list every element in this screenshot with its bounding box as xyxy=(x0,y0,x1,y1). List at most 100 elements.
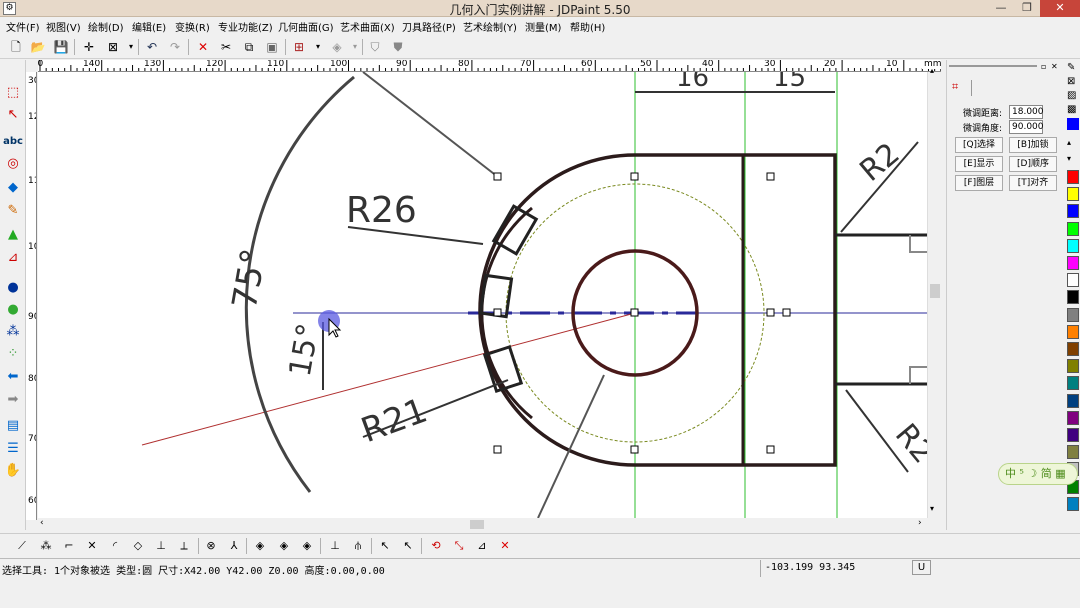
color-swatch[interactable] xyxy=(1067,410,1079,425)
color-swatch[interactable] xyxy=(1067,376,1079,391)
layer-icon[interactable]: ◈ xyxy=(328,38,346,56)
shield-icon[interactable]: ⛉ xyxy=(366,38,384,56)
menu-help[interactable]: 帮助(H) xyxy=(570,19,605,34)
cut-icon[interactable]: ✂ xyxy=(217,38,235,56)
select-button[interactable]: [Q]选择 xyxy=(955,137,1003,153)
menu-toolpath[interactable]: 刀具路径(P) xyxy=(402,19,456,34)
pick-x-icon[interactable]: ↖ xyxy=(399,537,417,555)
fill-icon[interactable]: ▨ xyxy=(1067,90,1076,101)
no-fill-icon[interactable]: ⊠ xyxy=(1067,76,1075,87)
panel-tool-icon[interactable]: ⌗ xyxy=(952,80,958,94)
delete-icon[interactable]: ✕ xyxy=(194,38,212,56)
scroll-thumb[interactable] xyxy=(930,284,940,298)
color-swatch[interactable] xyxy=(1067,256,1079,270)
color-swatch[interactable] xyxy=(1067,359,1079,374)
snap-tangent-icon[interactable]: ⟂ xyxy=(175,537,193,555)
list-tool-icon[interactable]: ☰ xyxy=(3,439,23,459)
select-tool-icon[interactable]: ⬚ xyxy=(3,83,23,103)
arrow-right-icon[interactable]: ➡ xyxy=(3,390,23,410)
bulb-multi-icon[interactable]: ⁂ xyxy=(3,322,23,342)
arrow-left-icon[interactable]: ⬅ xyxy=(3,367,23,387)
panel-minimize-icon[interactable]: ▫ xyxy=(1041,62,1046,71)
pattern-icon[interactable]: ▩ xyxy=(1067,104,1076,115)
layers-tool-icon[interactable]: ▤ xyxy=(3,416,23,436)
menu-transform[interactable]: 变换(R) xyxy=(175,19,210,34)
pencil-tool-icon[interactable]: ✎ xyxy=(3,201,23,221)
color-swatch[interactable] xyxy=(1067,393,1079,408)
paste-icon[interactable]: ▣ xyxy=(263,38,281,56)
pick-icon[interactable]: ↖ xyxy=(376,537,394,555)
lock-button[interactable]: [B]加锁 xyxy=(1009,137,1057,153)
save-icon[interactable]: 💾 xyxy=(52,38,70,56)
ime-indicator[interactable]: 中 ⁵ ☽ 简 ▦ xyxy=(998,463,1078,485)
snap-corner-icon[interactable]: ⌐ xyxy=(60,537,78,555)
snap-grid-icon[interactable]: ◈ xyxy=(251,537,269,555)
snap-center-icon[interactable]: ⊗ xyxy=(202,537,220,555)
color-swatch[interactable] xyxy=(1067,238,1079,253)
pen-icon[interactable]: ✎ xyxy=(1067,62,1075,73)
bulb-green-icon[interactable]: ● xyxy=(3,300,23,320)
fine-distance-input[interactable]: 18.000 xyxy=(1009,105,1044,119)
minimize-button[interactable]: — xyxy=(988,0,1014,17)
menu-art-draw[interactable]: 艺术绘制(Y) xyxy=(463,19,517,34)
menu-draw[interactable]: 绘制(D) xyxy=(88,19,124,34)
cancel-icon[interactable]: ✕ xyxy=(496,537,514,555)
color-swatch[interactable] xyxy=(1067,342,1079,356)
scroll-right-icon[interactable]: › xyxy=(918,518,922,528)
layer-button[interactable]: [F]图层 xyxy=(955,175,1003,191)
menu-edit[interactable]: 编辑(E) xyxy=(132,19,166,34)
snap-circle-icon[interactable]: ◇ xyxy=(129,537,147,555)
select-box-icon[interactable]: ⊠ xyxy=(104,38,122,56)
snap-ortho-icon[interactable]: ⊥ xyxy=(326,537,344,555)
order-button[interactable]: [D]顺序 xyxy=(1009,156,1057,172)
panel-close-icon[interactable]: ✕ xyxy=(1051,62,1058,71)
align-button[interactable]: [T]对齐 xyxy=(1009,175,1057,191)
circle-tool-icon[interactable]: ◎ xyxy=(3,154,23,174)
dropdown-arrow-icon[interactable]: ▾ xyxy=(309,38,327,56)
color-swatch[interactable] xyxy=(1067,187,1079,202)
color-swatch[interactable] xyxy=(1067,307,1079,322)
transform-icon[interactable]: ⟲ xyxy=(427,537,445,555)
nodes-tool-icon[interactable]: ⁘ xyxy=(3,344,23,364)
color-swatch[interactable] xyxy=(1067,170,1079,184)
bulb-tool-icon[interactable]: ● xyxy=(3,278,23,298)
drawing-canvas[interactable]: 16 15 R2 R2 R26 R21 75° 15° xyxy=(38,72,927,518)
scroll-up-icon[interactable]: ▴ xyxy=(930,66,934,75)
transform-tool-icon[interactable]: ◆ xyxy=(3,178,23,198)
offset-icon[interactable]: ⤡ xyxy=(450,537,468,555)
snap-perp-icon[interactable]: ⊥ xyxy=(152,537,170,555)
shield-filled-icon[interactable]: ⛊ xyxy=(389,38,407,56)
palette-down-icon[interactable]: ▾ xyxy=(1067,154,1071,163)
snap-arc-icon[interactable]: ◜ xyxy=(106,537,124,555)
crosshair-icon[interactable]: ✛ xyxy=(80,38,98,56)
horizontal-scrollbar[interactable]: ‹ › xyxy=(38,518,927,531)
color-swatch[interactable] xyxy=(1067,428,1079,442)
color-swatch[interactable] xyxy=(1067,221,1079,236)
hand-tool-icon[interactable]: ✋ xyxy=(3,461,23,481)
menu-art-surface[interactable]: 艺术曲面(X) xyxy=(340,19,395,34)
current-color-swatch[interactable] xyxy=(1067,118,1079,130)
color-swatch[interactable] xyxy=(1067,273,1079,288)
snap-node-icon[interactable]: ⅄ xyxy=(225,537,243,555)
text-tool-icon[interactable]: abc xyxy=(3,132,23,152)
snap-grid2-icon[interactable]: ◈ xyxy=(275,537,293,555)
vertical-scrollbar[interactable]: ▴ ▾ xyxy=(927,66,941,518)
snap-intersect-icon[interactable]: ⁂ xyxy=(37,537,55,555)
color-swatch[interactable] xyxy=(1067,204,1079,219)
snap-multi-icon[interactable]: ⫛ xyxy=(349,537,367,555)
undo-icon[interactable]: ↶ xyxy=(143,38,161,56)
snap-grid3-icon[interactable]: ◈ xyxy=(298,537,316,555)
new-file-icon[interactable]: 🗋 xyxy=(7,38,25,56)
color-swatch[interactable] xyxy=(1067,290,1079,305)
close-button[interactable]: ✕ xyxy=(1040,0,1080,17)
show-button[interactable]: [E]显示 xyxy=(955,156,1003,172)
menu-view[interactable]: 视图(V) xyxy=(46,19,81,34)
grid-icon[interactable]: ⊞ xyxy=(290,38,308,56)
node-edit-icon[interactable]: ↖ xyxy=(3,105,23,125)
snap-cross-icon[interactable]: ✕ xyxy=(83,537,101,555)
menu-geo-surface[interactable]: 几何曲面(G) xyxy=(278,19,334,34)
restore-button[interactable]: ❐ xyxy=(1014,0,1040,17)
palette-up-icon[interactable]: ▴ xyxy=(1067,138,1071,147)
color-swatch[interactable] xyxy=(1067,445,1079,460)
measure-tool-icon[interactable]: ⊿ xyxy=(3,248,23,268)
